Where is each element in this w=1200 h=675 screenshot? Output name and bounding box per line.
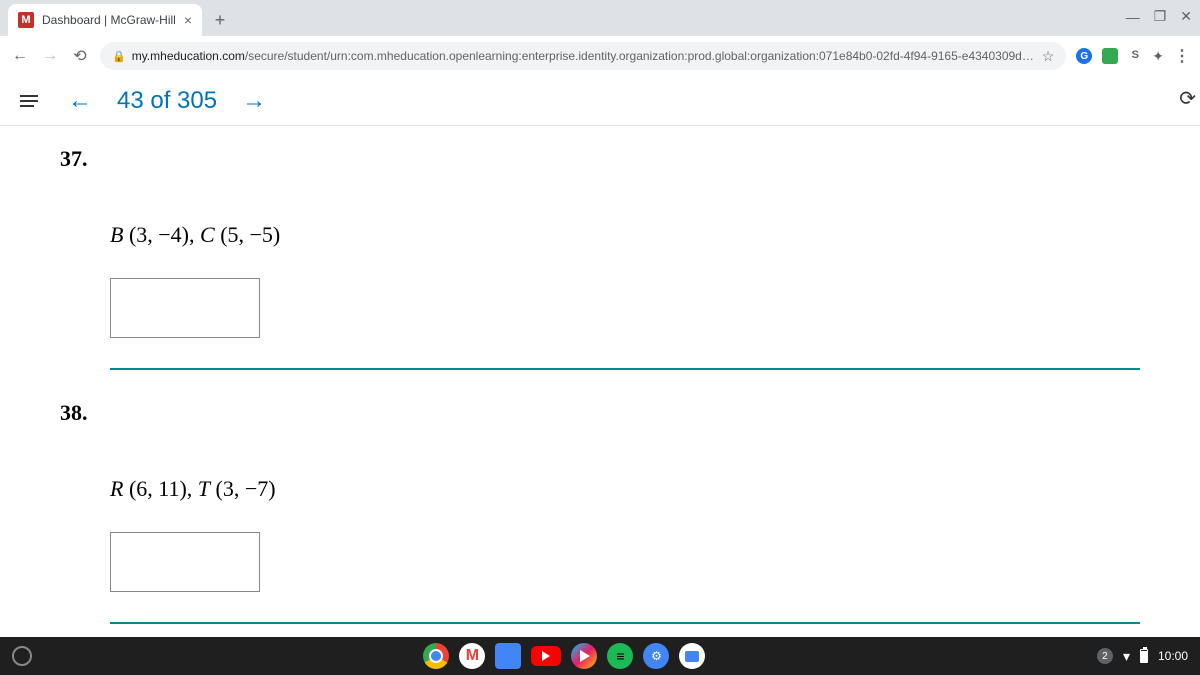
tab-title: Dashboard | McGraw-Hill (42, 13, 176, 27)
question-number: 37. (60, 146, 1140, 172)
clock[interactable]: 10:00 (1158, 649, 1188, 663)
spotify-icon[interactable] (607, 643, 633, 669)
youtube-icon[interactable] (531, 646, 561, 666)
tab-close-icon[interactable]: × (184, 12, 192, 28)
chrome-icon[interactable] (423, 643, 449, 669)
browser-tab[interactable]: M Dashboard | McGraw-Hill × (8, 4, 202, 36)
play-icon[interactable] (571, 643, 597, 669)
answer-input[interactable] (110, 278, 260, 338)
notification-badge[interactable]: 2 (1097, 648, 1113, 664)
window-restore-icon[interactable]: ❐ (1154, 8, 1167, 25)
question-number: 38. (60, 400, 1140, 426)
question-38: 38. R (6, 11), T (3, −7) (60, 400, 1140, 592)
question-37: 37. B (3, −4), C (5, −5) (60, 146, 1140, 338)
bookmark-star-icon[interactable]: ☆ (1042, 48, 1055, 65)
tab-favicon: M (18, 12, 34, 28)
pager-text: 43 of 305 (117, 87, 217, 115)
extension-s-icon[interactable]: S (1128, 49, 1142, 63)
settings-icon[interactable]: ⚙ (643, 643, 669, 669)
files-icon[interactable] (679, 643, 705, 669)
window-close-icon[interactable]: ✕ (1180, 8, 1192, 25)
pager-prev-button[interactable]: ← (68, 87, 92, 115)
question-pager: ← 43 of 305 → (68, 87, 266, 115)
browser-menu-icon[interactable]: ⋮ (1174, 46, 1190, 66)
menu-icon[interactable] (20, 95, 38, 107)
question-text: R (6, 11), T (3, −7) (110, 476, 1140, 502)
pager-next-button[interactable]: → (242, 87, 266, 115)
question-text: B (3, −4), C (5, −5) (110, 222, 1140, 248)
question-divider (110, 368, 1140, 370)
gmail-icon[interactable]: M (459, 643, 485, 669)
url-bar[interactable]: 🔒 my.mheducation.com/secure/student/urn:… (100, 42, 1066, 70)
question-divider (110, 622, 1140, 624)
refresh-icon[interactable]: ⟳ (1179, 86, 1196, 111)
answer-input[interactable] (110, 532, 260, 592)
launcher-button[interactable] (12, 646, 32, 666)
url-text: my.mheducation.com/secure/student/urn:co… (132, 49, 1036, 63)
extension-grammarly-icon[interactable]: G (1076, 48, 1092, 64)
extensions-icon[interactable]: ✦ (1152, 48, 1164, 65)
browser-back-button[interactable]: ← (10, 47, 30, 65)
extension-green-icon[interactable] (1102, 48, 1118, 64)
taskbar: M ⚙ 2 ▾ 10:00 (0, 637, 1200, 675)
browser-forward-button[interactable]: → (40, 47, 60, 65)
window-minimize-icon[interactable]: — (1126, 9, 1140, 25)
new-tab-button[interactable]: + (206, 6, 234, 34)
lock-icon: 🔒 (112, 50, 126, 63)
docs-icon[interactable] (495, 643, 521, 669)
browser-reload-button[interactable]: ⟲ (70, 46, 90, 66)
battery-icon[interactable] (1140, 649, 1148, 663)
wifi-icon[interactable]: ▾ (1123, 648, 1130, 665)
